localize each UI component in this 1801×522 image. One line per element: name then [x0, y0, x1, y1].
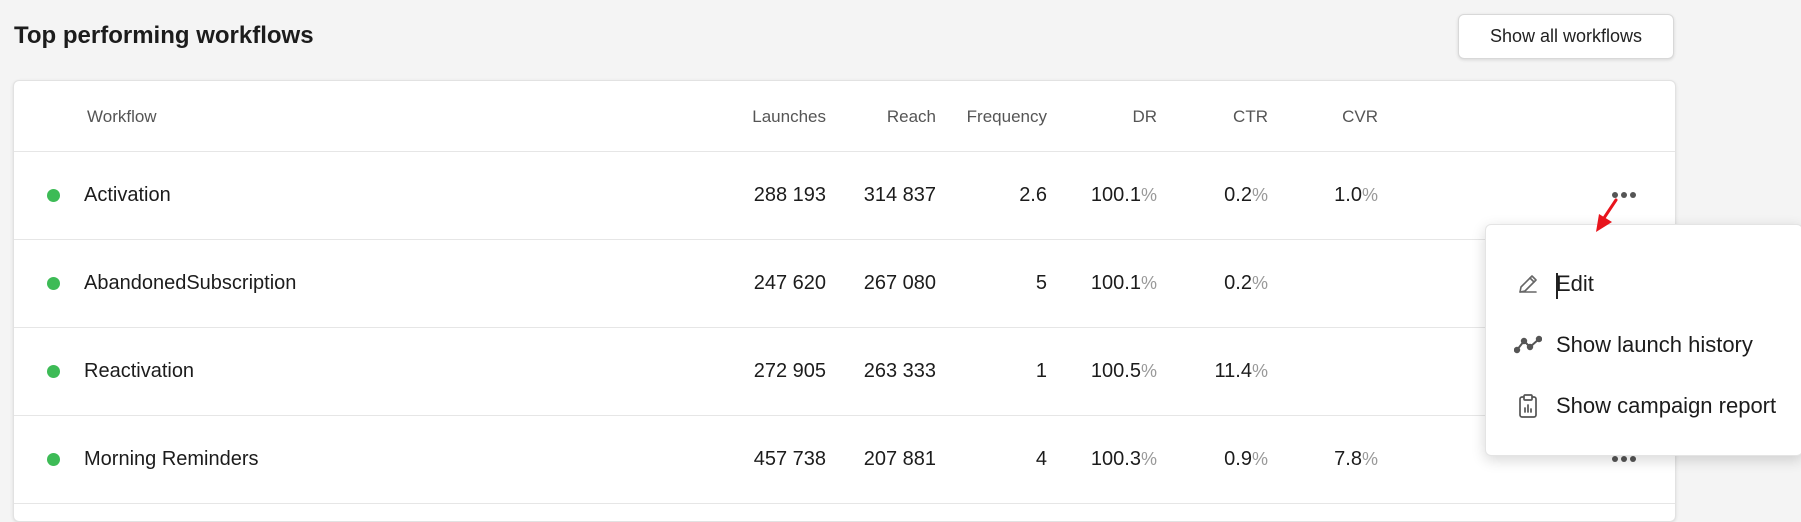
cvr-value: 1.0	[1334, 184, 1362, 206]
ctr-cell: 0.2%	[1108, 240, 1268, 327]
table-header: Workflow Launches Reach Frequency DR CTR…	[14, 81, 1675, 152]
percent-sign: %	[1251, 273, 1268, 293]
ctr-value: 11.4	[1214, 360, 1252, 382]
table-row[interactable]: Reactivation 272 905 263 333 1 100.5% 11…	[14, 328, 1675, 416]
table-row[interactable]: AbandonedSubscription 247 620 267 080 5 …	[14, 240, 1675, 328]
workflow-name[interactable]: Reactivation	[84, 328, 194, 415]
line-chart-icon	[1514, 331, 1542, 359]
show-all-workflows-button[interactable]: Show all workflows	[1458, 14, 1674, 59]
annotation-arrow-icon	[1596, 198, 1618, 232]
status-active-dot	[47, 189, 60, 202]
workflows-table: Workflow Launches Reach Frequency DR CTR…	[13, 80, 1676, 522]
status-active-dot	[47, 365, 60, 378]
percent-sign: %	[1361, 449, 1378, 469]
percent-sign: %	[1361, 185, 1378, 205]
menu-item-label: Show campaign report	[1556, 393, 1777, 418]
cvr-cell: 1.0%	[1218, 152, 1378, 239]
ctr-cell: 11.4%	[1108, 328, 1268, 415]
cvr-cell: 7.8%	[1218, 416, 1378, 503]
pencil-icon	[1514, 270, 1542, 298]
cvr-value: 7.8	[1334, 448, 1362, 470]
ctr-value: 0.2	[1224, 272, 1252, 294]
table-row[interactable]: Morning Reminders 457 738 207 881 4 100.…	[14, 416, 1675, 504]
workflow-name[interactable]: AbandonedSubscription	[84, 240, 296, 327]
column-header-workflow[interactable]: Workflow	[87, 81, 157, 151]
menu-item-show-launch-history[interactable]: Show launch history	[1486, 316, 1801, 374]
table-row[interactable]: Activation 288 193 314 837 2.6 100.1% 0.…	[14, 152, 1675, 240]
workflow-name[interactable]: Activation	[84, 152, 171, 239]
workflow-name[interactable]: Morning Reminders	[84, 416, 259, 503]
page-title: Top performing workflows	[14, 22, 314, 49]
workflow-context-menu: Edit Show launch history Show campaign r…	[1485, 224, 1801, 456]
percent-sign: %	[1251, 361, 1268, 381]
status-active-dot	[47, 453, 60, 466]
status-active-dot	[47, 277, 60, 290]
menu-item-edit[interactable]: Edit	[1486, 255, 1801, 313]
column-header-cvr[interactable]: CVR	[1218, 81, 1378, 151]
clipboard-report-icon	[1514, 392, 1542, 420]
menu-item-label: Edit	[1556, 271, 1594, 296]
menu-item-label: Show launch history	[1556, 332, 1753, 357]
menu-item-show-campaign-report[interactable]: Show campaign report	[1486, 377, 1801, 435]
